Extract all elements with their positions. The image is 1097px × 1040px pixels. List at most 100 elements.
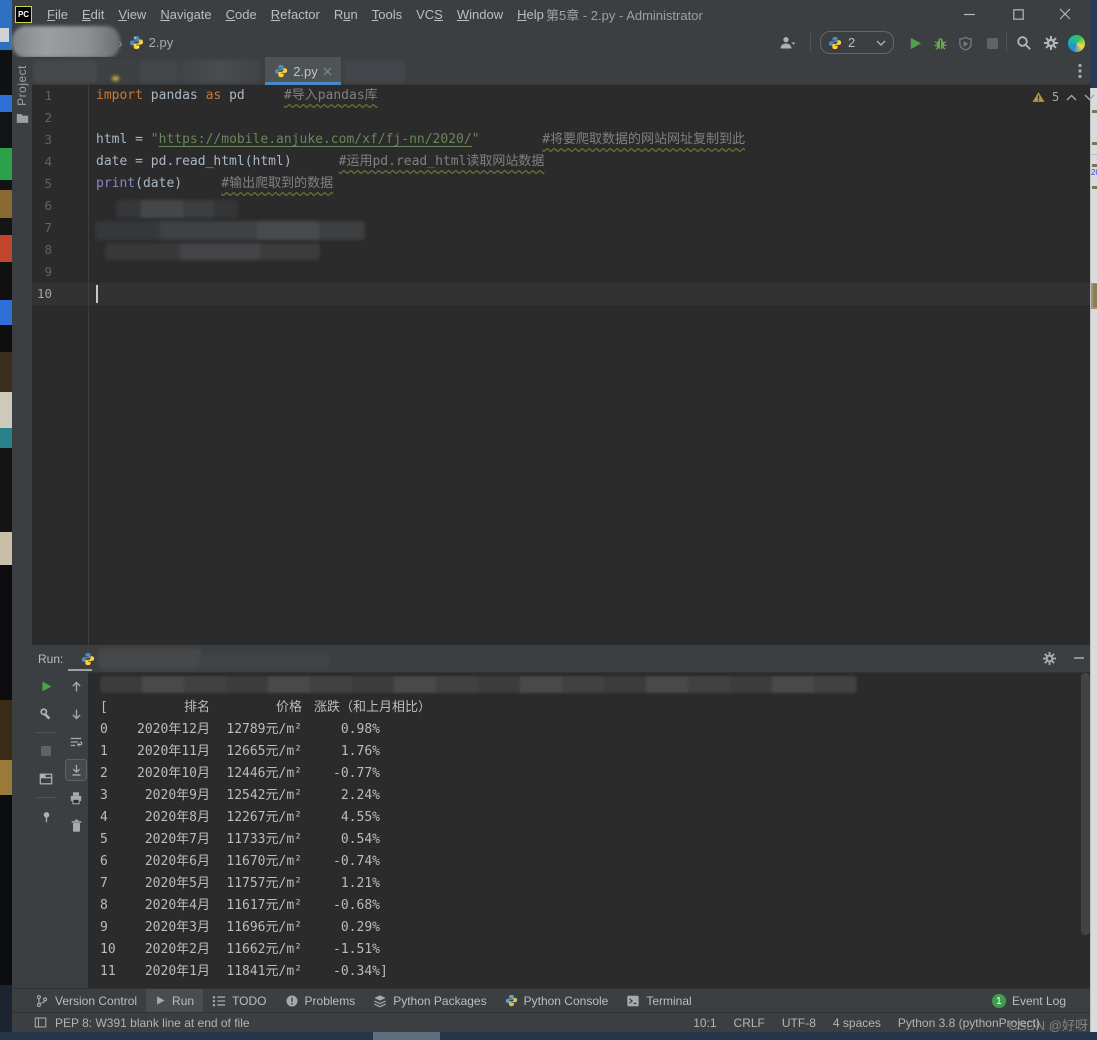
menu-tools[interactable]: Tools xyxy=(365,7,409,22)
toolwindow-button-terminal[interactable]: Terminal xyxy=(617,989,700,1013)
navigation-toolbar: › 2.py 2 xyxy=(12,28,1090,57)
packages-icon xyxy=(373,994,387,1008)
menu-view[interactable]: View xyxy=(111,7,153,22)
run-settings-gear-icon[interactable] xyxy=(1038,647,1060,669)
menu-help[interactable]: Help xyxy=(510,7,551,22)
code-line-1: import pandas as pd #导入pandas库 xyxy=(96,85,378,107)
code-with-me-icon[interactable] xyxy=(1065,32,1087,54)
menu-vcs[interactable]: VCS xyxy=(409,7,450,22)
close-button[interactable] xyxy=(1048,0,1082,28)
stop-button[interactable] xyxy=(981,32,1003,54)
run-panel-header: Run: xyxy=(12,645,1090,672)
warning-triangle-icon xyxy=(1032,91,1045,103)
menu-refactor[interactable]: Refactor xyxy=(264,7,327,22)
search-everywhere-icon[interactable] xyxy=(1013,32,1035,54)
down-stack-trace-icon[interactable] xyxy=(65,703,87,725)
toolwindow-button-problems[interactable]: Problems xyxy=(276,989,365,1013)
status-item-2[interactable]: UTF-8 xyxy=(782,1016,816,1030)
console-table-row: 22020年10月12446元/m²-0.77% xyxy=(100,763,431,785)
line-number-7: 7 xyxy=(32,217,88,239)
maximize-button[interactable] xyxy=(1001,0,1035,28)
toolwindow-button-run[interactable]: Run xyxy=(146,989,203,1013)
watermark: CSDN @好呀 xyxy=(1008,1015,1088,1034)
toolwindow-button-python-console[interactable]: Python Console xyxy=(496,989,618,1013)
toolwindow-button-python-packages[interactable]: Python Packages xyxy=(364,989,495,1013)
desktop-edge-left xyxy=(0,0,12,1032)
menu-code[interactable]: Code xyxy=(219,7,264,22)
clear-all-icon[interactable] xyxy=(65,815,87,837)
hide-panel-icon[interactable] xyxy=(1068,647,1090,669)
line-number-3: 3 xyxy=(32,129,88,151)
event-log-button[interactable]: 1Event Log xyxy=(992,989,1066,1013)
line-number-5: 5 xyxy=(32,173,88,195)
run-button[interactable] xyxy=(904,32,926,54)
console-table-row: 72020年5月11757元/m²1.21% xyxy=(100,873,431,895)
debug-button[interactable] xyxy=(929,32,951,54)
menu-navigate[interactable]: Navigate xyxy=(153,7,218,22)
pin-icon[interactable] xyxy=(35,805,57,827)
wrench-icon[interactable] xyxy=(35,703,57,725)
console-table-row: 32020年9月12542元/m²2.24% xyxy=(100,785,431,807)
minimize-button[interactable] xyxy=(952,0,986,28)
blurred-code-line xyxy=(95,221,365,240)
up-stack-trace-icon[interactable] xyxy=(65,675,87,697)
pycharm-logo-icon: PC xyxy=(15,6,32,23)
tool-window-bar-bottom: Version ControlRunTODOProblemsPython Pac… xyxy=(12,988,1090,1012)
editor-gutter: 12345678910 xyxy=(32,85,88,305)
todo-icon xyxy=(212,994,226,1008)
status-item-1[interactable]: CRLF xyxy=(734,1016,765,1030)
console-table-row: 102020年2月11662元/m²-1.51% xyxy=(100,939,431,961)
status-message[interactable]: PEP 8: W391 blank line at end of file xyxy=(55,1016,250,1030)
console-table-row: 12020年11月12665元/m²1.76% xyxy=(100,741,431,763)
console-table-row: 02020年12月12789元/m²0.98% xyxy=(100,719,431,741)
terminal-icon xyxy=(626,994,640,1008)
rerun-button[interactable] xyxy=(35,675,57,697)
tab-2py[interactable]: 2.py xyxy=(265,57,341,85)
code-area[interactable]: import pandas as pd #导入pandas库html = "ht… xyxy=(88,85,1090,645)
warning-stripe-mark[interactable] xyxy=(1092,186,1097,189)
blurred-project-name xyxy=(12,26,120,58)
caret-stripe-mark[interactable] xyxy=(1093,284,1097,307)
sidebar-item-project[interactable]: Project xyxy=(12,65,32,124)
blurred-code-line xyxy=(116,200,238,218)
menu-window[interactable]: Window xyxy=(450,7,510,22)
warning-stripe-mark[interactable] xyxy=(1092,142,1097,145)
tab-close-icon[interactable] xyxy=(323,67,332,76)
print-icon[interactable] xyxy=(65,787,87,809)
menu-edit[interactable]: Edit xyxy=(75,7,111,22)
status-widgets: 10:1CRLFUTF-84 spacesPython 3.8 (pythonP… xyxy=(693,1016,1040,1030)
menu-file[interactable]: File xyxy=(40,7,75,22)
restore-layout-icon[interactable] xyxy=(35,768,57,790)
soft-wrap-icon[interactable] xyxy=(65,731,87,753)
line-number-10: 10 xyxy=(32,283,88,305)
coverage-button[interactable] xyxy=(954,32,976,54)
status-item-3[interactable]: 4 spaces xyxy=(833,1016,881,1030)
stop-button[interactable] xyxy=(35,740,57,762)
status-bar: PEP 8: W391 blank line at end of file 10… xyxy=(12,1012,1090,1032)
settings-gear-icon[interactable] xyxy=(1040,32,1062,54)
console-scrollbar[interactable] xyxy=(1081,673,1090,935)
reader-mode-icon[interactable] xyxy=(34,1016,47,1029)
desktop-edge-right: 20 xyxy=(1090,0,1097,1032)
warning-stripe-mark[interactable] xyxy=(1092,110,1097,113)
toolwindow-button-todo[interactable]: TODO xyxy=(203,989,275,1013)
toolwindow-button-version-control[interactable]: Version Control xyxy=(26,989,146,1013)
run-configuration-select[interactable]: 2 xyxy=(820,31,894,54)
line-number-2: 2 xyxy=(32,107,88,129)
scroll-to-end-icon[interactable] xyxy=(65,759,87,781)
warning-stripe-mark[interactable] xyxy=(1092,164,1097,167)
window-title: 第5章 - 2.py - Administrator xyxy=(546,5,703,24)
title-bar: PC FileEditViewNavigateCodeRefactorRunTo… xyxy=(12,0,1090,28)
more-options-kebab-icon[interactable] xyxy=(1070,60,1090,82)
status-item-0[interactable]: 10:1 xyxy=(693,1016,716,1030)
code-editor[interactable]: 12345678910 import pandas as pd #导入panda… xyxy=(32,85,1090,645)
menu-run[interactable]: Run xyxy=(327,7,365,22)
editor-tab-bar: 2.py xyxy=(12,57,1090,85)
breadcrumb[interactable]: › 2.py xyxy=(116,28,173,57)
text-caret xyxy=(96,285,98,303)
console-text: [排名价格涨跌（和上月相比）02020年12月12789元/m²0.98%120… xyxy=(100,697,431,983)
inspections-widget[interactable]: 5 xyxy=(1032,88,1095,106)
profile-icon[interactable] xyxy=(776,32,798,54)
play-icon xyxy=(155,995,166,1006)
console-output[interactable]: [排名价格涨跌（和上月相比）02020年12月12789元/m²0.98%120… xyxy=(88,672,1090,988)
